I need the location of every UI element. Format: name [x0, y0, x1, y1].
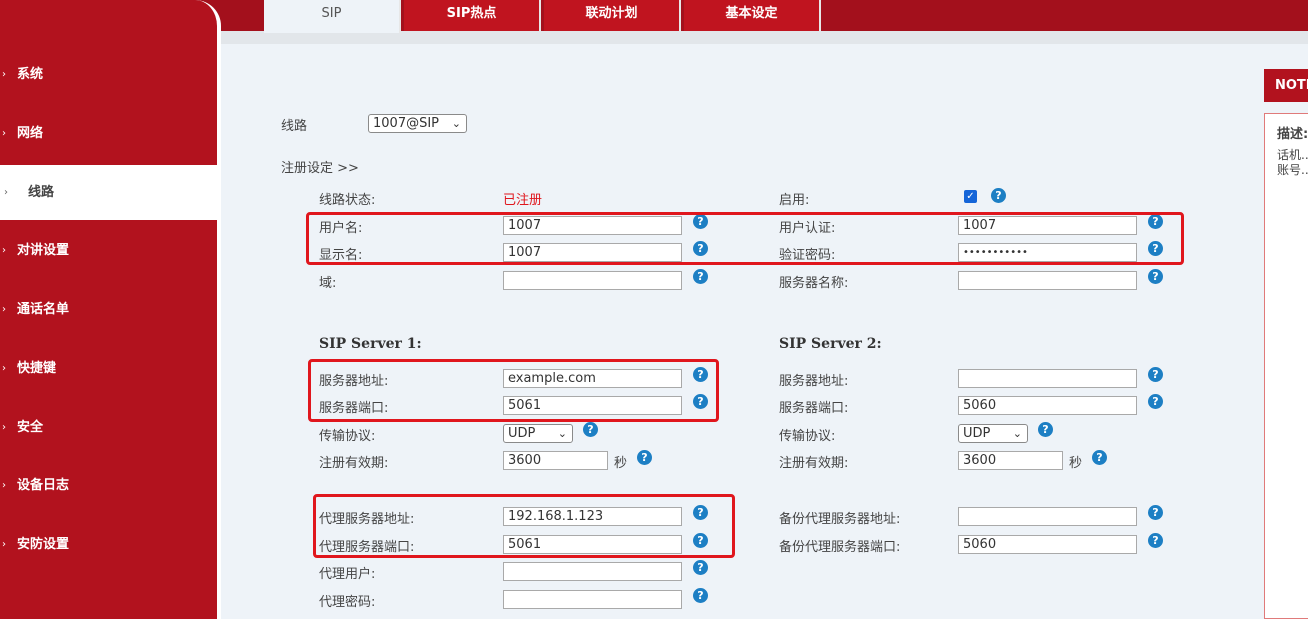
chevron-down-icon: ⌄: [557, 427, 567, 440]
sidebar-item-security[interactable]: › 安全: [0, 400, 217, 455]
tab-sip-hotspot[interactable]: SIP热点: [404, 0, 541, 31]
backup-proxy-address-label: 备份代理服务器地址:: [779, 512, 901, 527]
seconds-unit: 秒: [1069, 456, 1083, 471]
proxy-user-label: 代理用户:: [319, 567, 376, 582]
sidebar-item-line[interactable]: › 线路: [0, 165, 217, 220]
tab-basic-settings[interactable]: 基本设定: [684, 0, 821, 31]
enable-checkbox[interactable]: ✓: [964, 190, 977, 203]
backup-proxy-port-label: 备份代理服务器端口:: [779, 540, 901, 555]
server2-transport-label: 传输协议:: [779, 429, 836, 444]
chevron-right-icon: ›: [2, 363, 6, 374]
chevron-right-icon: ›: [2, 69, 6, 80]
notice-line: 话机...: [1277, 148, 1308, 162]
server2-expiry-input[interactable]: 3600: [958, 451, 1063, 470]
server2-port-label: 服务器端口:: [779, 401, 849, 416]
registration-settings-heading[interactable]: 注册设定 >>: [281, 157, 359, 176]
proxy-password-input[interactable]: [503, 590, 682, 609]
notice-line: 账号...: [1277, 163, 1308, 177]
line-status-label: 线路状态:: [319, 193, 376, 208]
backup-proxy-address-input[interactable]: [958, 507, 1137, 526]
help-icon[interactable]: ?: [991, 188, 1006, 203]
help-icon[interactable]: ?: [637, 450, 652, 465]
server1-transport-label: 传输协议:: [319, 429, 376, 444]
sidebar-item-label: 设备日志: [17, 478, 70, 493]
server1-expiry-input[interactable]: 3600: [503, 451, 608, 470]
sidebar-item-shortcut[interactable]: › 快捷键: [0, 341, 217, 396]
server2-address-input[interactable]: [958, 369, 1137, 388]
server-name-label: 服务器名称:: [779, 276, 849, 291]
chevron-down-icon: ⌄: [1012, 427, 1022, 440]
tab-sip[interactable]: SIP: [264, 0, 401, 33]
line-label: 线路: [281, 119, 308, 134]
sidebar: › 系统 › 网络 › 线路 › 对讲设置 › 通话名单 › 快捷键 › 安全 › 设备日志 ›…: [0, 0, 221, 619]
highlight-box: [306, 212, 1184, 265]
sip-server-1-title: SIP Server 1:: [319, 336, 422, 352]
notice-title: NOTI: [1264, 69, 1308, 102]
domain-label: 域:: [319, 276, 337, 291]
server-name-input[interactable]: [958, 271, 1137, 290]
backup-proxy-port-input[interactable]: 5060: [958, 535, 1137, 554]
highlight-box: [313, 494, 735, 558]
sidebar-item-label: 安防设置: [17, 537, 70, 552]
chevron-right-icon: ›: [4, 187, 8, 198]
line-select-value: 1007@SIP: [373, 116, 440, 131]
server2-address-label: 服务器地址:: [779, 374, 849, 389]
sidebar-item-intercom[interactable]: › 对讲设置: [0, 223, 217, 278]
seconds-unit: 秒: [614, 456, 628, 471]
proxy-user-input[interactable]: [503, 562, 682, 581]
sidebar-item-label: 快捷键: [17, 361, 57, 376]
help-icon[interactable]: ?: [1148, 505, 1163, 520]
transport-value: UDP: [963, 426, 991, 441]
server2-port-input[interactable]: 5060: [958, 396, 1137, 415]
sidebar-item-device-log[interactable]: › 设备日志: [0, 458, 217, 513]
highlight-box: [308, 359, 719, 422]
sidebar-item-label: 通话名单: [17, 302, 70, 317]
sidebar-item-safety[interactable]: › 安防设置: [0, 517, 217, 572]
notice-panel: 描述: 话机... 账号...: [1264, 113, 1308, 619]
chevron-right-icon: ›: [2, 480, 6, 491]
line-status-value: 已注册: [503, 193, 543, 208]
chevron-right-icon: ›: [2, 422, 6, 433]
server2-expiry-label: 注册有效期:: [779, 456, 849, 471]
help-icon[interactable]: ?: [693, 588, 708, 603]
domain-input[interactable]: [503, 271, 682, 290]
sidebar-item-label: 对讲设置: [17, 243, 70, 258]
help-icon[interactable]: ?: [1038, 422, 1053, 437]
server2-transport-select[interactable]: UDP ⌄: [958, 424, 1028, 443]
chevron-down-icon: ⌄: [451, 117, 461, 130]
help-icon[interactable]: ?: [1092, 450, 1107, 465]
sip-server-2-title: SIP Server 2:: [779, 336, 882, 352]
help-icon[interactable]: ?: [1148, 269, 1163, 284]
sidebar-item-label: 网络: [17, 126, 44, 141]
help-icon[interactable]: ?: [1148, 533, 1163, 548]
line-select[interactable]: 1007@SIP ⌄: [368, 114, 467, 133]
chevron-right-icon: ›: [2, 539, 6, 550]
help-icon[interactable]: ?: [693, 560, 708, 575]
sidebar-item-label: 线路: [28, 185, 55, 200]
enable-label: 启用:: [779, 193, 810, 208]
help-icon[interactable]: ?: [693, 269, 708, 284]
help-icon[interactable]: ?: [1148, 367, 1163, 382]
sidebar-item-network[interactable]: › 网络: [0, 106, 217, 161]
sidebar-item-system[interactable]: › 系统: [0, 47, 217, 102]
chevron-right-icon: ›: [2, 245, 6, 256]
server1-transport-select[interactable]: UDP ⌄: [503, 424, 573, 443]
chevron-right-icon: ›: [2, 304, 6, 315]
server1-expiry-label: 注册有效期:: [319, 456, 389, 471]
sidebar-item-label: 系统: [17, 67, 44, 82]
sidebar-item-label: 安全: [17, 420, 44, 435]
chevron-right-icon: ›: [2, 128, 6, 139]
sidebar-item-call-list[interactable]: › 通话名单: [0, 282, 217, 337]
proxy-password-label: 代理密码:: [319, 595, 376, 610]
tab-linkage-plan[interactable]: 联动计划: [544, 0, 681, 31]
notice-desc-label: 描述:: [1277, 127, 1308, 142]
transport-value: UDP: [508, 426, 536, 441]
help-icon[interactable]: ?: [583, 422, 598, 437]
help-icon[interactable]: ?: [1148, 394, 1163, 409]
